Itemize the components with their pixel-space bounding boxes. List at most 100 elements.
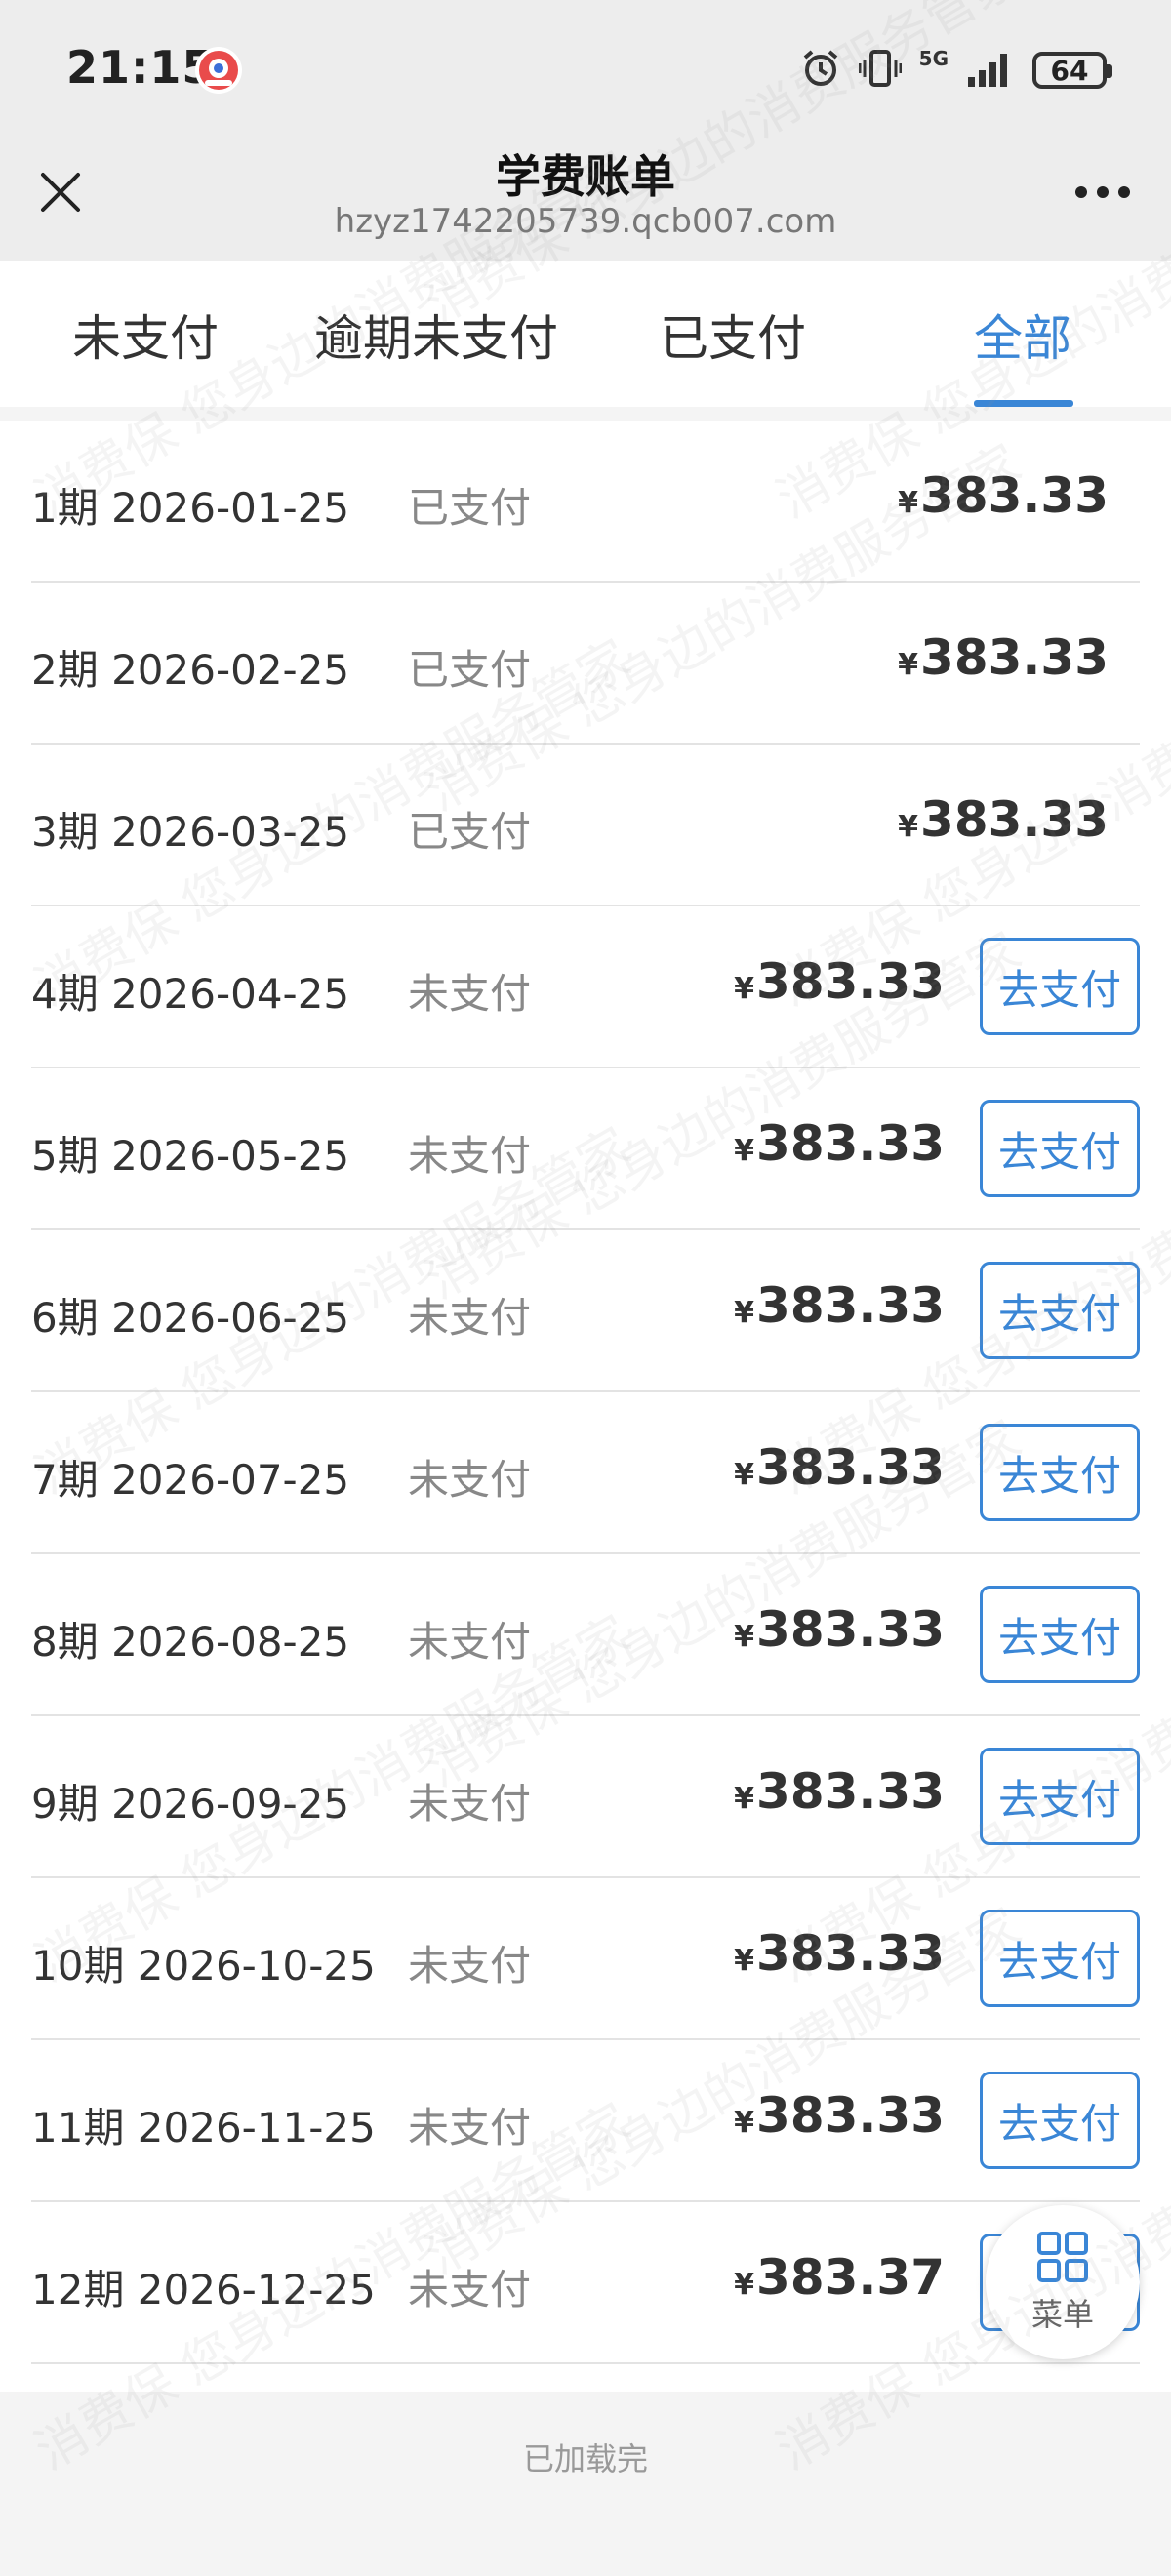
bill-amount: ¥383.33	[898, 467, 1109, 524]
menu-label: 菜单	[1030, 2296, 1094, 2333]
bill-period: 3期 2026-03-25	[31, 808, 350, 856]
bill-filter-tabs: 未支付 逾期未支付 已支付 全部	[0, 261, 1171, 407]
bill-amount: ¥383.33	[734, 1439, 945, 1496]
currency-symbol: ¥	[734, 1458, 755, 1492]
active-tab-indicator	[974, 400, 1073, 407]
bill-amount: ¥383.33	[734, 953, 945, 1010]
tab-label: 全部	[974, 310, 1071, 367]
bill-row: 7期 2026-07-25 未支付 ¥383.33 去支付	[0, 1392, 1171, 1554]
amount-value: 383.33	[756, 1115, 945, 1172]
bill-row: 11期 2026-11-25 未支付 ¥383.33 去支付	[0, 2040, 1171, 2202]
tab-all[interactable]: 全部	[974, 300, 1073, 407]
bill-amount: ¥383.33	[734, 1763, 945, 1820]
bill-list: 1期 2026-01-25 已支付 ¥383.33 2期 2026-02-25 已支付 ¥…	[0, 421, 1171, 2392]
amount-value: 383.33	[920, 467, 1109, 524]
pay-button[interactable]: 去支付	[980, 1910, 1140, 2007]
bill-amount: ¥383.33	[734, 1277, 945, 1334]
amount-value: 383.33	[756, 1925, 945, 1982]
row-divider	[31, 2362, 1140, 2364]
signal-icon	[966, 48, 1015, 93]
pay-button[interactable]: 去支付	[980, 1424, 1140, 1521]
amount-value: 383.33	[756, 1439, 945, 1496]
pay-button[interactable]: 去支付	[980, 938, 1140, 1035]
currency-symbol: ¥	[734, 1944, 755, 1978]
amount-value: 383.33	[920, 629, 1109, 686]
page-title: 学费账单	[496, 150, 675, 203]
amount-value: 383.33	[756, 953, 945, 1010]
bill-period: 2期 2026-02-25	[31, 646, 350, 694]
bill-status: 未支付	[408, 1132, 532, 1180]
tab-overdue-unpaid[interactable]: 逾期未支付	[314, 300, 558, 407]
pay-button[interactable]: 去支付	[980, 1586, 1140, 1683]
currency-symbol: ¥	[734, 972, 755, 1006]
currency-symbol: ¥	[734, 2268, 755, 2302]
bill-amount: ¥383.37	[734, 2249, 945, 2306]
bill-row: 2期 2026-02-25 已支付 ¥383.33	[0, 583, 1171, 745]
bill-row: 9期 2026-09-25 未支付 ¥383.33 去支付	[0, 1716, 1171, 1878]
tab-label: 逾期未支付	[314, 310, 558, 367]
tab-label: 未支付	[72, 310, 219, 367]
network-type-label: 5G	[918, 47, 949, 70]
bill-status: 未支付	[408, 1456, 532, 1504]
bill-status: 未支付	[408, 2266, 532, 2314]
bill-period: 7期 2026-07-25	[31, 1456, 350, 1504]
bill-row: 3期 2026-03-25 已支付 ¥383.33	[0, 745, 1171, 906]
bill-row: 1期 2026-01-25 已支付 ¥383.33	[0, 421, 1171, 583]
nav-header: 学费账单 hzyz1742205739.qcb007.com	[0, 141, 1171, 261]
amount-value: 383.33	[756, 1601, 945, 1658]
bill-period: 4期 2026-04-25	[31, 970, 350, 1018]
status-bar: 21:15 5G 64	[0, 0, 1171, 141]
status-icons: 5G 64	[800, 43, 1112, 98]
bill-period: 5期 2026-05-25	[31, 1132, 350, 1180]
bill-amount: ¥383.33	[898, 629, 1109, 686]
bill-amount: ¥383.33	[734, 1115, 945, 1172]
battery-level: 64	[1050, 54, 1089, 87]
vibrate-icon	[858, 48, 903, 93]
bill-status: 未支付	[408, 1294, 532, 1342]
amount-value: 383.37	[756, 2249, 945, 2306]
currency-symbol: ¥	[898, 486, 919, 520]
pay-button[interactable]: 去支付	[980, 1748, 1140, 1845]
bill-row: 6期 2026-06-25 未支付 ¥383.33 去支付	[0, 1230, 1171, 1392]
pay-button[interactable]: 去支付	[980, 1262, 1140, 1359]
currency-symbol: ¥	[898, 810, 919, 844]
app-notification-icon	[195, 47, 242, 94]
bill-period: 10期 2026-10-25	[31, 1942, 376, 1990]
amount-value: 383.33	[756, 1277, 945, 1334]
floating-menu-button[interactable]: 菜单	[986, 2205, 1140, 2359]
bill-row: 4期 2026-04-25 未支付 ¥383.33 去支付	[0, 906, 1171, 1068]
list-footer: 已加载完	[0, 2392, 1171, 2576]
bill-row: 5期 2026-05-25 未支付 ¥383.33 去支付	[0, 1068, 1171, 1230]
pay-button[interactable]: 去支付	[980, 2072, 1140, 2169]
bill-period: 12期 2026-12-25	[31, 2266, 376, 2314]
amount-value: 383.33	[920, 791, 1109, 848]
bill-status: 未支付	[408, 1618, 532, 1666]
bill-amount: ¥383.33	[734, 2087, 945, 2144]
loaded-complete-text: 已加载完	[522, 2440, 648, 2477]
bill-period: 8期 2026-08-25	[31, 1618, 350, 1666]
bill-status: 未支付	[408, 1780, 532, 1828]
bill-period: 6期 2026-06-25	[31, 1294, 350, 1342]
currency-symbol: ¥	[734, 1134, 755, 1168]
bill-period: 11期 2026-11-25	[31, 2104, 376, 2152]
pay-button[interactable]: 去支付	[980, 1100, 1140, 1197]
page-url: hzyz1742205739.qcb007.com	[334, 202, 837, 241]
currency-symbol: ¥	[898, 648, 919, 682]
more-options-button[interactable]	[1064, 161, 1142, 223]
bill-amount: ¥383.33	[734, 1601, 945, 1658]
more-dots-icon	[1075, 186, 1130, 198]
grid-menu-icon	[1037, 2232, 1088, 2282]
amount-value: 383.33	[756, 2087, 945, 2144]
tab-unpaid[interactable]: 未支付	[72, 300, 219, 407]
currency-symbol: ¥	[734, 1296, 755, 1330]
bill-period: 9期 2026-09-25	[31, 1780, 350, 1828]
battery-icon: 64	[1032, 52, 1112, 89]
bill-amount: ¥383.33	[734, 1925, 945, 1982]
bill-status: 未支付	[408, 2104, 532, 2152]
bill-amount: ¥383.33	[898, 791, 1109, 848]
bill-status: 未支付	[408, 970, 532, 1018]
amount-value: 383.33	[756, 1763, 945, 1820]
bill-status: 已支付	[408, 808, 532, 856]
tab-paid[interactable]: 已支付	[660, 300, 806, 407]
alarm-icon	[800, 48, 841, 93]
